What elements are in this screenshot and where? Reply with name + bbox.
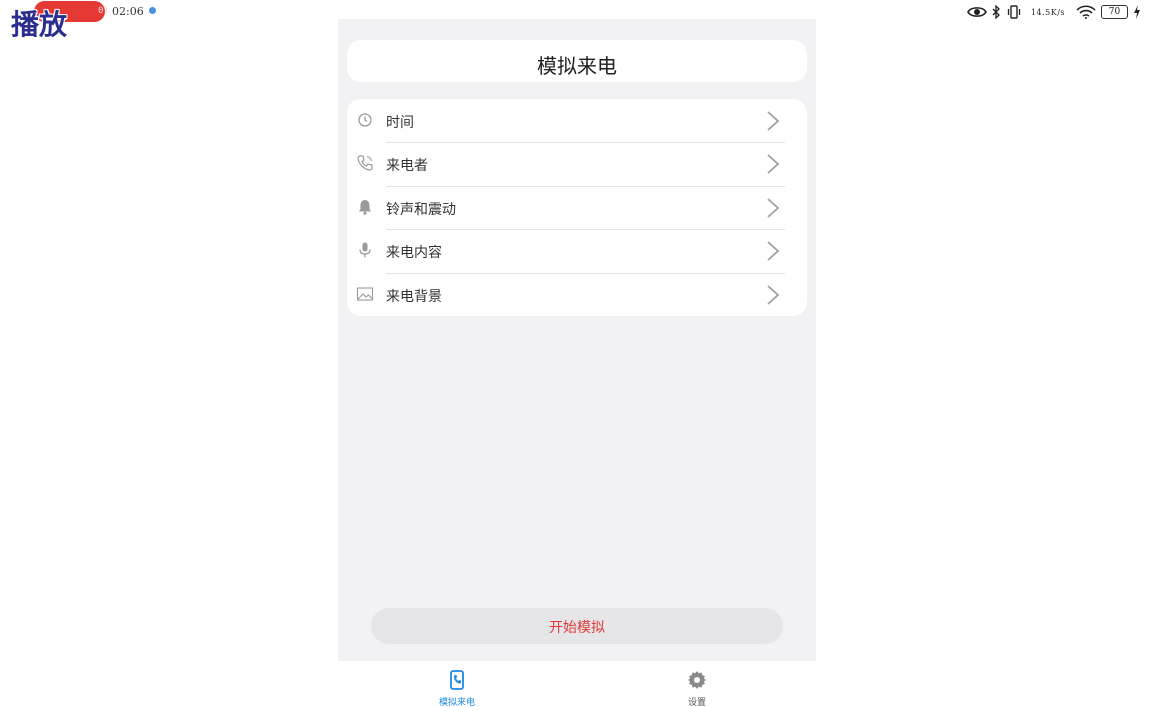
bluetooth-icon [992,5,1000,19]
network-speed: 14.5K/s [1030,7,1065,17]
title-card: 模拟来电 [347,40,807,82]
image-icon [356,287,374,301]
vibrate-icon [1007,5,1021,19]
tab-label: 设置 [687,698,706,707]
menu-item-caller[interactable]: 来电者 [347,142,807,185]
menu-item-ringtone[interactable]: 铃声和震动 [347,186,807,229]
status-time: 02:06 [112,5,144,18]
chevron-right-icon [767,198,780,218]
microphone-icon [359,242,371,258]
menu-item-call-content[interactable]: 来电内容 [347,229,807,272]
page-title: 模拟来电 [537,54,617,78]
battery-icon: 70 [1101,5,1128,19]
playback-overlay-label[interactable]: 播放 [11,3,67,43]
status-icons: 14.5K/s 70 [966,2,1141,22]
start-simulation-label: 开始模拟 [549,620,605,636]
menu-item-label: 来电背景 [386,288,442,305]
charging-icon [1134,5,1140,19]
clock-icon [358,113,372,127]
wifi-icon [1076,5,1096,19]
phone-screen-icon [450,670,464,690]
gear-icon [688,671,706,689]
chevron-right-icon [767,241,780,261]
menu-item-time[interactable]: 时间 [347,99,807,142]
menu-item-call-background[interactable]: 来电背景 [347,273,807,316]
battery-level: 70 [1108,7,1121,17]
menu-item-label: 来电内容 [386,245,442,262]
tab-settings[interactable]: 设置 [667,668,727,707]
phone-icon [357,155,373,171]
app-panel: 模拟来电 时间 来电者 铃声和震动 来电内容 来电背景 开始模拟 [338,19,816,661]
chevron-right-icon [767,111,780,131]
eye-icon [966,7,987,17]
recording-badge: 01 [98,6,109,16]
chevron-right-icon [767,284,780,305]
notification-dot [149,7,156,14]
settings-list: 时间 来电者 铃声和震动 来电内容 来电背景 [347,99,807,316]
menu-item-label: 时间 [386,115,414,131]
tab-simulate-call[interactable]: 模拟来电 [427,668,487,707]
tab-label: 模拟来电 [438,698,475,707]
menu-item-label: 来电者 [386,158,428,175]
start-simulation-button[interactable]: 开始模拟 [371,608,783,644]
chevron-right-icon [767,154,780,175]
screen: 01 播放 02:06 14.5K/s 70 模拟来电 时间 来电者 铃声和震动… [0,0,1149,707]
bell-icon [359,199,371,215]
menu-item-label: 铃声和震动 [386,201,456,218]
